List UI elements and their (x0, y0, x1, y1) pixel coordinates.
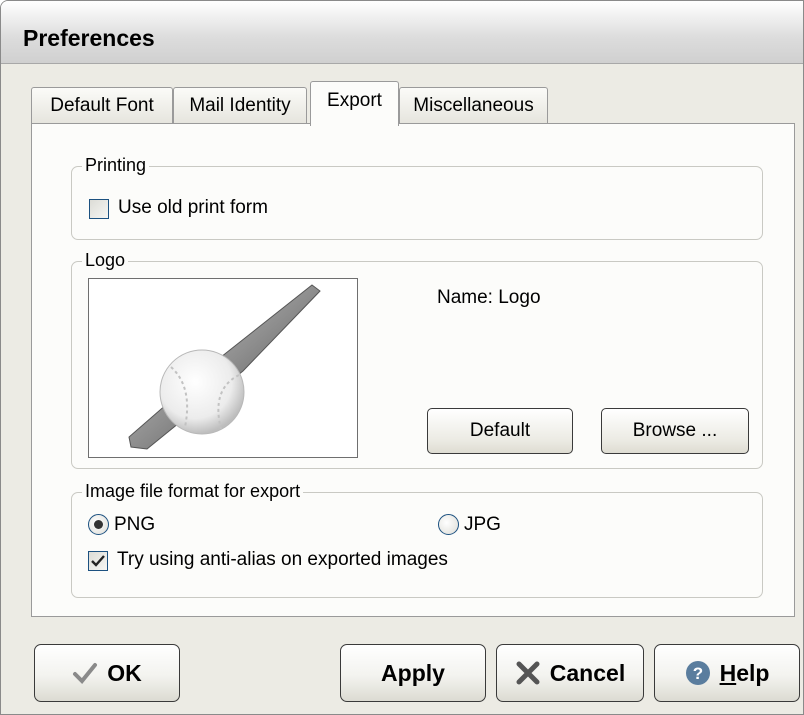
printing-group: Printing Use old print form (71, 155, 763, 240)
anti-alias-checkbox[interactable] (88, 551, 108, 571)
svg-text:?: ? (692, 664, 702, 683)
apply-button-label: Apply (381, 659, 445, 686)
jpg-label: JPG (464, 514, 501, 535)
png-label: PNG (114, 514, 156, 535)
help-button[interactable]: ? Help (654, 644, 800, 702)
png-radio[interactable] (88, 514, 109, 535)
tab-label: Mail Identity (189, 95, 291, 116)
printing-legend: Printing (82, 155, 150, 176)
image-format-legend: Image file format for export (82, 481, 304, 502)
apply-button[interactable]: Apply (340, 644, 486, 702)
tab-export[interactable]: Export (310, 81, 399, 126)
use-old-print-form-checkbox[interactable] (89, 199, 109, 219)
help-button-label: Help (719, 659, 770, 686)
ok-button-label: OK (107, 659, 142, 686)
baseball-bat-icon (128, 284, 321, 450)
tab-label: Export (327, 90, 382, 111)
default-button[interactable]: Default (427, 408, 573, 454)
browse-button-label: Browse ... (632, 420, 718, 441)
cancel-x-icon (516, 661, 540, 685)
radio-selected-dot (94, 520, 103, 529)
ok-button[interactable]: OK (34, 644, 180, 702)
help-question-icon: ? (685, 661, 710, 685)
cancel-button[interactable]: Cancel (496, 644, 644, 702)
anti-alias-label: Try using anti-alias on exported images (117, 549, 448, 570)
image-format-group: Image file format for export PNG JPG Try… (71, 481, 763, 598)
default-button-label: Default (469, 420, 531, 441)
window-title: Preferences (23, 25, 155, 51)
preferences-dialog: Preferences Default Font Mail Identity E… (0, 0, 804, 715)
cancel-button-label: Cancel (549, 659, 626, 686)
logo-preview (88, 278, 358, 458)
jpg-radio[interactable] (438, 514, 459, 535)
logo-name: Name: Logo (437, 287, 541, 308)
tab-mail-identity[interactable]: Mail Identity (173, 87, 307, 123)
checkmark-icon (91, 555, 105, 567)
title-bar[interactable]: Preferences (1, 1, 803, 64)
export-panel: Printing Use old print form Logo Name: L… (31, 123, 795, 617)
tab-miscellaneous[interactable]: Miscellaneous (399, 87, 548, 123)
tab-label: Miscellaneous (413, 95, 534, 116)
tab-label: Default Font (50, 95, 154, 116)
use-old-print-form-label: Use old print form (118, 197, 268, 218)
logo-legend: Logo (82, 250, 129, 271)
tab-default-font[interactable]: Default Font (31, 87, 173, 123)
checkmark-icon (73, 663, 98, 684)
browse-button[interactable]: Browse ... (601, 408, 749, 454)
